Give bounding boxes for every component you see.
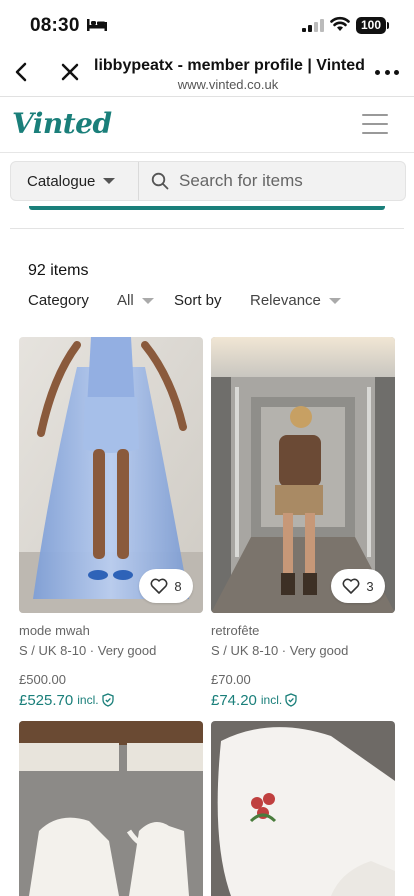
heart-icon [342, 578, 360, 594]
favourite-button[interactable]: 8 [139, 569, 193, 603]
search-icon [151, 172, 169, 190]
heart-icon [150, 578, 168, 594]
item-card[interactable]: 8 mode mwah S / UK 8-10 · Very good £500… [19, 337, 203, 709]
item-total-price[interactable]: £74.20 incl. [211, 691, 395, 709]
caret-down-icon [328, 297, 341, 304]
shield-check-icon [285, 693, 297, 707]
item-card[interactable]: 3 retrofête S / UK 8-10 · Very good £70.… [211, 337, 395, 709]
vinted-logo[interactable]: Vinted [12, 107, 112, 140]
sort-filter[interactable]: Relevance [250, 292, 341, 309]
search-bar: Catalogue [10, 161, 406, 201]
browser-url[interactable]: www.vinted.co.uk [94, 77, 362, 92]
item-size-condition: S / UK 8-10 · Very good [211, 643, 349, 658]
ellipsis-icon[interactable] [373, 62, 401, 82]
browser-bar: libbypeatx - member profile | Vinted www… [0, 50, 414, 97]
site-header: Vinted [0, 97, 414, 153]
category-value: All [117, 292, 134, 309]
item-total-price[interactable]: £525.70 incl. [19, 691, 203, 709]
chevron-left-icon[interactable] [10, 60, 34, 84]
favourite-button[interactable]: 3 [331, 569, 385, 603]
shield-check-icon [101, 693, 114, 707]
item-count: 92 items [28, 262, 89, 279]
item-photo[interactable]: 8 [19, 337, 203, 613]
catalogue-dropdown[interactable]: Catalogue [11, 162, 139, 200]
favourite-count: 8 [174, 578, 182, 594]
item-card[interactable] [211, 721, 395, 896]
item-size-condition: S / UK 8-10 · Very good [19, 643, 157, 658]
sort-value: Relevance [250, 292, 321, 309]
search-input[interactable] [179, 162, 399, 200]
item-photo[interactable]: 3 [211, 337, 395, 613]
item-photo-image [19, 721, 203, 896]
item-photo[interactable] [211, 721, 395, 896]
item-price: £70.00 [211, 672, 251, 687]
item-brand[interactable]: retrofête [211, 623, 395, 639]
incl-label: incl. [260, 693, 283, 707]
browser-page-title: libbypeatx - member profile | Vinted [94, 57, 365, 74]
total-amount: £74.20 [211, 691, 257, 709]
wifi-icon [330, 16, 350, 31]
item-photo[interactable] [19, 721, 203, 896]
filter-row: Category All Sort by Relevance [0, 292, 414, 312]
close-icon[interactable] [58, 60, 82, 84]
item-photo-image [211, 721, 395, 896]
status-time: 08:30 [30, 15, 80, 36]
item-brand[interactable]: mode mwah [19, 623, 203, 639]
item-price: £500.00 [19, 672, 66, 687]
favourite-count: 3 [366, 578, 374, 594]
teal-button-edge[interactable] [29, 206, 385, 210]
signal-icon [302, 19, 324, 32]
total-amount: £525.70 [19, 691, 74, 709]
incl-label: incl. [77, 693, 99, 707]
divider [10, 228, 404, 229]
search-area: Catalogue [0, 153, 414, 209]
battery-indicator: 100 [356, 17, 386, 34]
hamburger-icon[interactable] [362, 114, 388, 134]
caret-down-icon [103, 178, 116, 184]
category-filter[interactable]: All [117, 292, 154, 309]
item-card[interactable] [19, 721, 203, 896]
status-bar: 08:30 100 [0, 0, 414, 50]
sort-label: Sort by [174, 292, 222, 309]
caret-down-icon [141, 297, 154, 304]
sleep-bed-icon [87, 19, 107, 31]
battery-nub [387, 22, 389, 29]
catalogue-label: Catalogue [27, 172, 96, 190]
category-label: Category [28, 292, 89, 309]
